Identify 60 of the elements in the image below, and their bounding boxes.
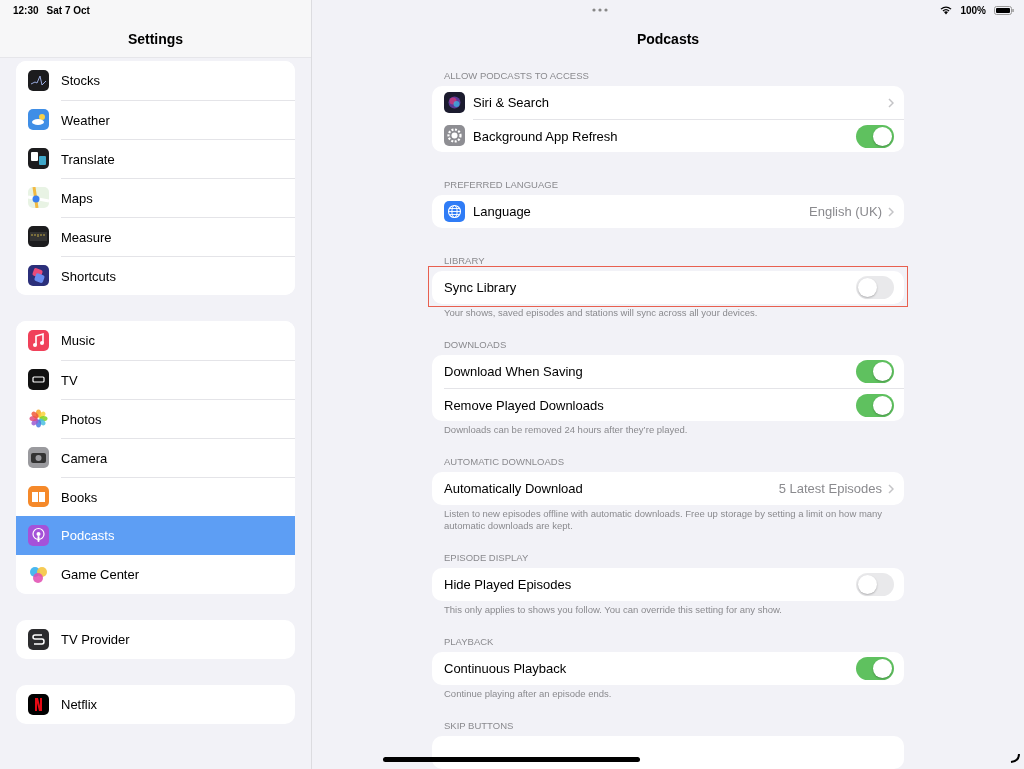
gear-icon — [444, 125, 465, 146]
tv-provider-icon — [28, 629, 49, 650]
map-icon — [28, 187, 49, 208]
shortcuts-icon — [28, 265, 49, 286]
podcast-icon — [28, 525, 49, 546]
toggle-switch[interactable] — [856, 360, 894, 383]
row-value: English (UK) — [809, 204, 882, 219]
status-time: 12:30 — [13, 4, 39, 16]
music-note-icon — [28, 330, 49, 351]
toggle-switch[interactable] — [856, 573, 894, 596]
section-footnote: Continue playing after an episode ends. — [443, 687, 613, 700]
bubbles-icon — [28, 564, 49, 585]
setting-label[interactable]: Automatically Download — [444, 481, 773, 496]
section-header: PLAYBACK — [443, 635, 495, 649]
section-header: PREFERRED LANGUAGE — [443, 178, 560, 192]
section-header: DOWNLOADS — [443, 338, 508, 352]
section-header: SKIP BUTTONS — [443, 719, 515, 733]
setting-label[interactable]: Language — [473, 204, 804, 219]
wifi-icon — [940, 5, 953, 15]
chevron-icon — [888, 483, 894, 494]
sidebar-title: Settings — [127, 30, 184, 47]
section-header: LIBRARY — [443, 254, 486, 268]
section-footnote: Your shows, saved episodes and stations will sync across all your devices. — [443, 306, 759, 319]
tv-icon — [28, 369, 49, 390]
toggle-switch[interactable] — [856, 124, 894, 148]
battery-icon — [994, 5, 1014, 15]
section-header: EPISODE DISPLAY — [443, 551, 530, 565]
ruler-icon — [28, 226, 49, 247]
toggle-switch[interactable] — [856, 276, 894, 299]
cloud-sun-icon — [28, 109, 49, 130]
toggle-switch[interactable] — [856, 393, 894, 417]
page-title: Podcasts — [636, 31, 700, 47]
chevron-icon — [888, 206, 894, 217]
chevron-icon — [888, 97, 894, 108]
flower-icon — [28, 408, 49, 429]
setting-label: Remove Played Downloads — [444, 397, 605, 413]
setting-label: Background App Refresh — [473, 128, 619, 144]
section-footnote: This only applies to shows you follow. You can override this setting for any show. — [443, 603, 783, 616]
setting-label: Sync Library — [444, 280, 518, 295]
battery-percent: 100% — [960, 4, 986, 16]
translate-icon — [28, 148, 49, 169]
status-date: Sat 7 Oct — [46, 4, 90, 16]
section-footnote: Listen to new episodes offline with automatic downloads. Free up storage by setting a limit on how many automatic downloads are kept. — [443, 507, 884, 532]
corner-curve-icon — [1010, 753, 1020, 763]
setting-label: Hide Played Episodes — [444, 577, 573, 592]
camera-icon — [28, 447, 49, 468]
setting-label: Download When Saving — [444, 364, 584, 379]
setting-label[interactable]: Siri & Search — [473, 95, 882, 110]
toggle-switch[interactable] — [856, 657, 894, 680]
siri-orb-icon — [444, 92, 465, 113]
stock-chart-icon — [28, 70, 49, 91]
section-header: ALLOW PODCASTS TO ACCESS — [443, 69, 590, 83]
globe-icon — [444, 201, 465, 222]
row-value: 5 Latest Episodes — [778, 481, 882, 496]
section-header: AUTOMATIC DOWNLOADS — [443, 455, 565, 469]
book-icon — [28, 486, 49, 507]
setting-label: Continuous Playback — [444, 661, 568, 676]
section-footnote: Downloads can be removed 24 hours after they’re played. — [443, 423, 689, 436]
letter-n-icon — [28, 694, 49, 715]
more-dots-icon — [592, 8, 609, 12]
